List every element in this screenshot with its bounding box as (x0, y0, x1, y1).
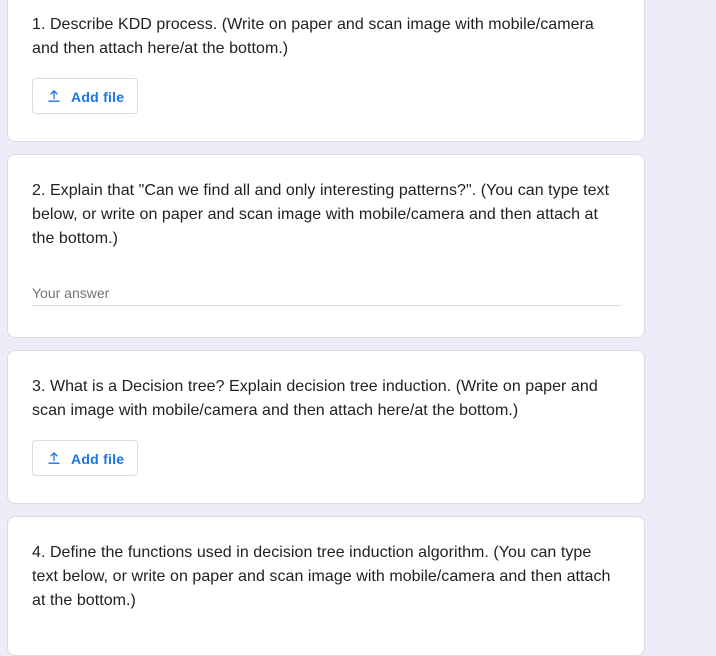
question-card-4: 4. Define the functions used in decision… (7, 516, 645, 656)
question-4-text: 4. Define the functions used in decision… (32, 544, 611, 609)
question-card-3: 3. What is a Decision tree? Explain deci… (7, 350, 645, 504)
add-file-label: Add file (71, 451, 125, 467)
question-1-text: 1. Describe KDD process. (Write on paper… (32, 16, 594, 57)
add-file-button[interactable]: Add file (32, 78, 138, 114)
question-3-text: 3. What is a Decision tree? Explain deci… (32, 378, 598, 419)
upload-icon (48, 452, 60, 464)
upload-icon (48, 90, 60, 102)
question-card-2: 2. Explain that "Can we find all and onl… (7, 154, 645, 338)
add-file-button[interactable]: Add file (32, 440, 138, 476)
add-file-label: Add file (71, 89, 125, 105)
answer-input[interactable] (32, 281, 621, 306)
question-card-1: 1. Describe KDD process. (Write on paper… (7, 0, 645, 142)
question-2-text: 2. Explain that "Can we find all and onl… (32, 182, 610, 247)
